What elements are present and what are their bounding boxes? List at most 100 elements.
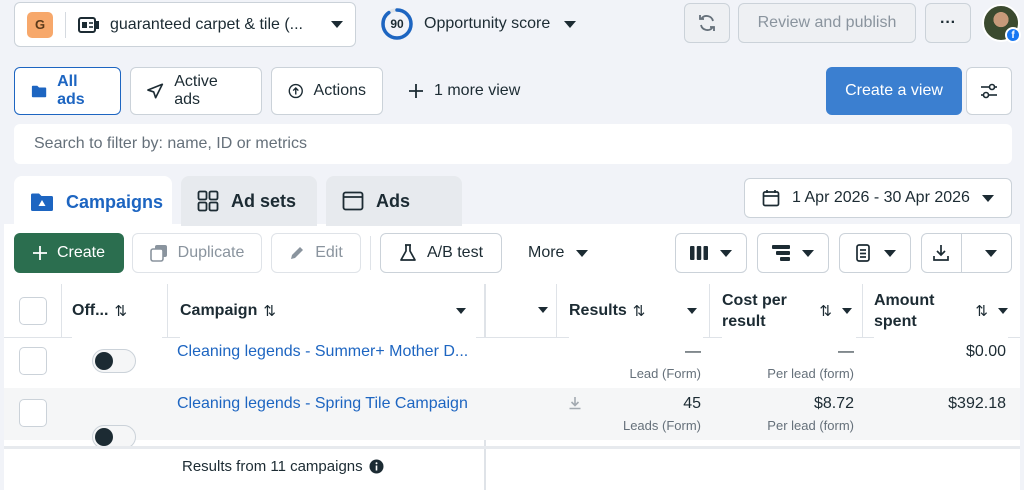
reports-button[interactable]: [839, 233, 911, 273]
results-type: Lead (Form): [629, 366, 701, 381]
folder-icon: [31, 85, 47, 97]
more-actions-button[interactable]: More: [528, 233, 589, 273]
export-main[interactable]: [922, 234, 962, 272]
tab-ads[interactable]: Ads: [326, 176, 462, 226]
ad-window-icon: [342, 191, 364, 211]
view-active-ads[interactable]: Active ads: [130, 67, 262, 115]
send-icon: [147, 83, 164, 99]
column-header-campaign[interactable]: Campaign ⇅: [180, 284, 476, 338]
grid-icon: [197, 190, 219, 212]
columns-icon: [690, 246, 708, 260]
calendar-icon: [762, 190, 780, 207]
duplicate-icon: [149, 245, 167, 262]
search-bar[interactable]: [14, 124, 1012, 164]
cost-per-result-value: $8.72: [813, 395, 854, 412]
view-actions[interactable]: Actions: [271, 67, 383, 115]
column-spent-label-2: spent: [874, 313, 917, 330]
select-all-checkbox[interactable]: [19, 297, 47, 325]
plus-icon: [409, 84, 423, 98]
download-icon: [933, 245, 950, 261]
column-header-amount-spent[interactable]: Amount spent ⇅: [874, 284, 1008, 338]
chevron-down-icon: [576, 249, 589, 257]
breakdown-icon: [772, 245, 790, 261]
opportunity-score-label: Opportunity score: [424, 15, 551, 32]
account-type-icon: [78, 16, 99, 33]
column-header-results[interactable]: Results ⇅: [569, 284, 703, 338]
column-spent-label-1: Amount: [874, 292, 935, 309]
tab-ads-label: Ads: [376, 190, 411, 211]
search-input[interactable]: [34, 135, 1012, 153]
column-divider: [709, 284, 710, 338]
chevron-down-icon: [456, 308, 466, 314]
create-button-label: Create: [56, 244, 106, 261]
toolbar-divider: [370, 236, 371, 270]
info-icon[interactable]: [369, 459, 384, 474]
row-checkbox[interactable]: [19, 347, 47, 375]
column-header-off-on[interactable]: Off... ⇅: [72, 284, 162, 338]
view-all-ads[interactable]: All ads: [14, 67, 121, 115]
pencil-icon: [291, 247, 304, 259]
chevron-down-icon: [720, 249, 732, 257]
more-actions-label: More: [528, 244, 565, 261]
chevron-down-icon: [564, 20, 577, 28]
breakdown-button[interactable]: [757, 233, 829, 273]
refresh-button[interactable]: [684, 3, 730, 43]
more-options-button[interactable]: ···: [925, 3, 971, 43]
create-button[interactable]: Create: [14, 233, 124, 273]
export-button[interactable]: [921, 233, 1012, 273]
campaign-name-link[interactable]: Cleaning legends - Summer+ Mother D...: [177, 343, 475, 361]
more-views-button[interactable]: 1 more view: [408, 67, 520, 115]
row-checkbox[interactable]: [19, 399, 47, 427]
results-type: Leads (Form): [622, 418, 701, 433]
chevron-down-icon: [538, 307, 548, 313]
sort-icon: ⇅: [819, 303, 832, 320]
avatar[interactable]: f: [982, 4, 1021, 43]
results-value: —: [685, 343, 701, 360]
column-results-label: Results: [569, 302, 627, 319]
export-dropdown[interactable]: [972, 234, 1011, 272]
chevron-down-icon: [331, 21, 343, 28]
duplicate-button[interactable]: Duplicate: [132, 233, 262, 273]
ab-test-button[interactable]: A/B test: [380, 233, 502, 273]
chevron-down-icon: [884, 249, 896, 257]
column-menu[interactable]: [538, 307, 548, 313]
upload-circle-icon: [288, 83, 303, 99]
account-selector[interactable]: G guaranteed carpet & tile (...: [14, 2, 356, 47]
column-off-on-label: Off...: [72, 302, 109, 319]
campaign-name-link[interactable]: Cleaning legends - Spring Tile Campaign: [177, 395, 475, 413]
view-active-ads-label: Active ads: [174, 73, 218, 108]
chevron-down-icon: [687, 308, 697, 314]
date-range-picker[interactable]: 1 Apr 2026 - 30 Apr 2026: [744, 178, 1012, 218]
column-cost-label-2: result: [722, 313, 766, 330]
columns-button[interactable]: [675, 233, 747, 273]
duplicate-label: Duplicate: [177, 244, 245, 261]
refresh-icon: [699, 15, 715, 31]
column-divider: [862, 284, 863, 338]
view-settings-button[interactable]: [966, 67, 1012, 115]
account-avatar: G: [27, 11, 53, 38]
account-name: guaranteed carpet & tile (...: [110, 15, 303, 33]
column-header-cost-per-result[interactable]: Cost per result ⇅: [722, 284, 856, 338]
sliders-icon: [981, 83, 997, 99]
column-divider: [556, 284, 557, 338]
column-divider: [167, 284, 168, 338]
chevron-down-icon: [998, 308, 1008, 314]
cost-per-result-value: —: [838, 343, 854, 360]
tab-campaigns[interactable]: Campaigns: [14, 176, 172, 228]
amount-spent-value: $0.00: [965, 343, 1006, 360]
results-summary-label: Results from 11 campaigns: [182, 458, 363, 475]
edit-label: Edit: [315, 244, 343, 261]
review-publish-button[interactable]: Review and publish: [738, 3, 916, 43]
column-campaign-label: Campaign: [180, 302, 258, 319]
tab-ad-sets[interactable]: Ad sets: [181, 176, 317, 226]
cost-per-result-type: Per lead (form): [767, 418, 854, 433]
create-view-button[interactable]: Create a view: [826, 67, 962, 115]
campaign-folder-icon: [31, 193, 53, 211]
chevron-down-icon: [802, 249, 814, 257]
opportunity-score-ring: 90: [380, 7, 414, 41]
campaign-toggle[interactable]: [92, 349, 136, 373]
facebook-icon: f: [1005, 27, 1021, 43]
results-value: 45: [683, 395, 701, 412]
opportunity-score[interactable]: 90 Opportunity score: [380, 7, 577, 41]
edit-button[interactable]: Edit: [271, 233, 361, 273]
